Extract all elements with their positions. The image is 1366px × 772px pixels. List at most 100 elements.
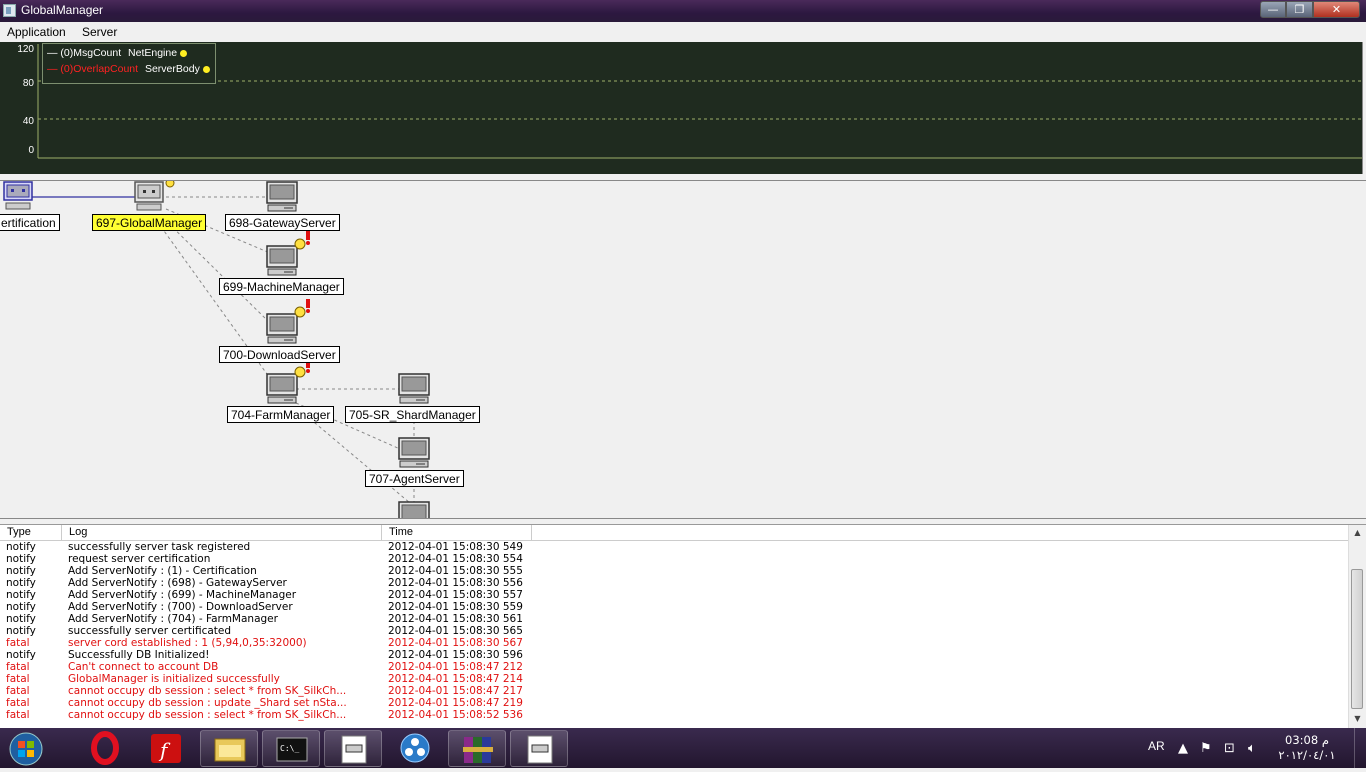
scroll-down-icon[interactable]: ▼ [1349, 713, 1366, 725]
log-row[interactable]: notify Add ServerNotify : (698) - Gateway… [0, 577, 1348, 589]
node-label-farm-manager[interactable]: 704-FarmManager [227, 406, 335, 423]
log-message-cell: Add ServerNotify : (698) - GatewayServer [68, 577, 287, 589]
log-type-cell: notify [6, 553, 36, 565]
log-message-cell: Add ServerNotify : (704) - FarmManager [68, 613, 278, 625]
server-agent-icon[interactable] [398, 437, 430, 469]
node-label-gateway-server[interactable]: 698-GatewayServer [225, 214, 340, 231]
app-icon [3, 4, 16, 17]
log-time-cell: 2012-04-01 15:08:30 596 [388, 649, 523, 661]
taskbar-app-window-2[interactable] [510, 730, 568, 767]
log-time-cell: 2012-04-01 15:08:30 567 [388, 637, 523, 649]
legend-msgcount-tag: NetEngine [128, 47, 178, 59]
log-row[interactable]: fatal cannot occupy db session : update _… [0, 697, 1348, 709]
server-shard-icon[interactable] [398, 373, 430, 405]
taskbar-explorer[interactable] [200, 730, 258, 767]
log-message-cell: Add ServerNotify : (700) - DownloadServe… [68, 601, 293, 613]
y-tick-0: 0 [28, 145, 34, 156]
taskbar-cmd[interactable]: C:\_ [262, 730, 320, 767]
log-row[interactable]: notify Add ServerNotify : (704) - FarmMan… [0, 613, 1348, 625]
log-row[interactable]: fatal GlobalManager is initialized succes… [0, 673, 1348, 685]
minimize-button[interactable]: — [1260, 1, 1286, 18]
graph-splitter[interactable] [0, 174, 1366, 181]
log-message-cell: cannot occupy db session : update _Shard… [68, 697, 347, 709]
log-type-cell: notify [6, 577, 36, 589]
server-global-icon[interactable] [134, 181, 166, 213]
legend-marker-icon [180, 49, 188, 57]
tray-language[interactable]: AR [1148, 739, 1165, 753]
log-rows: notify successfully server task registere… [0, 541, 1348, 727]
tray-date: ٢٠١٢/٠٤/٠١ [1278, 748, 1336, 762]
log-time-cell: 2012-04-01 15:08:30 559 [388, 601, 523, 613]
column-header-log[interactable]: Log [62, 525, 382, 540]
log-row[interactable]: notify Add ServerNotify : (700) - Downloa… [0, 601, 1348, 613]
node-label-machine-manager[interactable]: 699-MachineManager [219, 278, 344, 295]
taskbar-winrar[interactable] [448, 730, 506, 767]
volume-icon[interactable]: 🔈︎ [1248, 741, 1256, 756]
log-message-cell: successfully server certificated [68, 625, 232, 637]
log-time-cell: 2012-04-01 15:08:30 561 [388, 613, 523, 625]
window-title: GlobalManager [21, 3, 104, 17]
log-row[interactable]: fatal Can't connect to account DB 2012-04-… [0, 661, 1348, 673]
legend-overlapcount-label: — (0)OverlapCount [47, 63, 139, 75]
taskbar-app-window-1[interactable] [324, 730, 382, 767]
tray-expand-icon[interactable]: ▲ [1178, 741, 1188, 756]
log-time-cell: 2012-04-01 15:08:30 557 [388, 589, 523, 601]
log-row[interactable]: notify Successfully DB Initialized! 2012-0… [0, 649, 1348, 661]
node-label-certification[interactable]: ertification [0, 214, 60, 231]
log-row[interactable]: fatal server cord established : 1 (5,94,0… [0, 637, 1348, 649]
graph-legend: — (0)MsgCount NetEngine — (0)OverlapCoun… [42, 43, 216, 84]
taskbar-flash[interactable]: f [138, 730, 196, 767]
node-label-agent-server[interactable]: 707-AgentServer [365, 470, 464, 487]
menu-server[interactable]: Server [82, 25, 117, 39]
scroll-thumb[interactable] [1351, 569, 1363, 709]
log-time-cell: 2012-04-01 15:08:30 555 [388, 565, 523, 577]
log-scrollbar[interactable]: ▲ ▼ [1348, 525, 1366, 729]
log-header: Type Log Time [0, 525, 1348, 541]
log-row[interactable]: notify request server certification 2012-0… [0, 553, 1348, 565]
log-row[interactable]: fatal cannot occupy db session : select *… [0, 685, 1348, 697]
show-desktop-button[interactable] [1354, 728, 1366, 768]
action-center-flag-icon[interactable]: ⚑ [1200, 741, 1212, 756]
cmd-icon: C:\_ [276, 737, 308, 762]
log-row[interactable]: notify successfully server task registere… [0, 541, 1348, 553]
column-header-time[interactable]: Time [382, 525, 532, 540]
network-icon [400, 733, 430, 763]
log-type-cell: fatal [6, 673, 30, 685]
legend-msgcount: — (0)MsgCount NetEngine [47, 47, 188, 59]
winrar-icon [463, 737, 493, 763]
node-label-global-manager[interactable]: 697-GlobalManager [92, 214, 207, 231]
log-message-cell: Add ServerNotify : (699) - MachineManage… [68, 589, 297, 601]
start-orb-icon[interactable] [2, 731, 46, 767]
log-row[interactable]: notify Add ServerNotify : (1) - Certifica… [0, 565, 1348, 577]
server-next-icon[interactable] [398, 501, 430, 518]
log-row[interactable]: notify Add ServerNotify : (699) - Machine… [0, 589, 1348, 601]
legend-overlapcount: — (0)OverlapCount ServerBody [47, 63, 210, 75]
taskbar-network[interactable] [386, 730, 444, 767]
tray-clock[interactable]: 03:08 م ٢٠١٢/٠٤/٠١ [1272, 733, 1342, 763]
node-label-shard-manager[interactable]: 705-SR_ShardManager [345, 406, 480, 423]
log-time-cell: 2012-04-01 15:08:30 556 [388, 577, 523, 589]
alert-hand-icon [294, 299, 310, 318]
menu-application[interactable]: Application [7, 25, 66, 39]
log-type-cell: notify [6, 541, 36, 553]
maximize-button[interactable]: ❐ [1286, 1, 1313, 18]
topology-links [32, 196, 415, 504]
server-gateway-icon[interactable] [266, 181, 298, 213]
y-tick-120: 120 [17, 44, 34, 55]
node-label-download-server[interactable]: 700-DownloadServer [219, 346, 340, 363]
scroll-up-icon[interactable]: ▲ [1349, 527, 1366, 539]
server-cert-icon[interactable] [2, 181, 34, 213]
log-type-cell: notify [6, 565, 36, 577]
log-type-cell: fatal [6, 637, 30, 649]
close-button[interactable]: ✕ [1313, 1, 1360, 18]
y-tick-40: 40 [22, 116, 34, 127]
network-status-icon[interactable]: ⊡ [1224, 741, 1235, 756]
opera-icon [91, 731, 119, 765]
log-row[interactable]: fatal cannot occupy db session : select *… [0, 709, 1348, 721]
taskbar-opera[interactable] [76, 730, 134, 767]
column-header-type[interactable]: Type [0, 525, 62, 540]
log-message-cell: Can't connect to account DB [68, 661, 219, 673]
svg-text:C:\_: C:\_ [280, 744, 299, 753]
legend-msgcount-label: — (0)MsgCount [47, 47, 122, 59]
log-row[interactable]: notify successfully server certificated 20… [0, 625, 1348, 637]
